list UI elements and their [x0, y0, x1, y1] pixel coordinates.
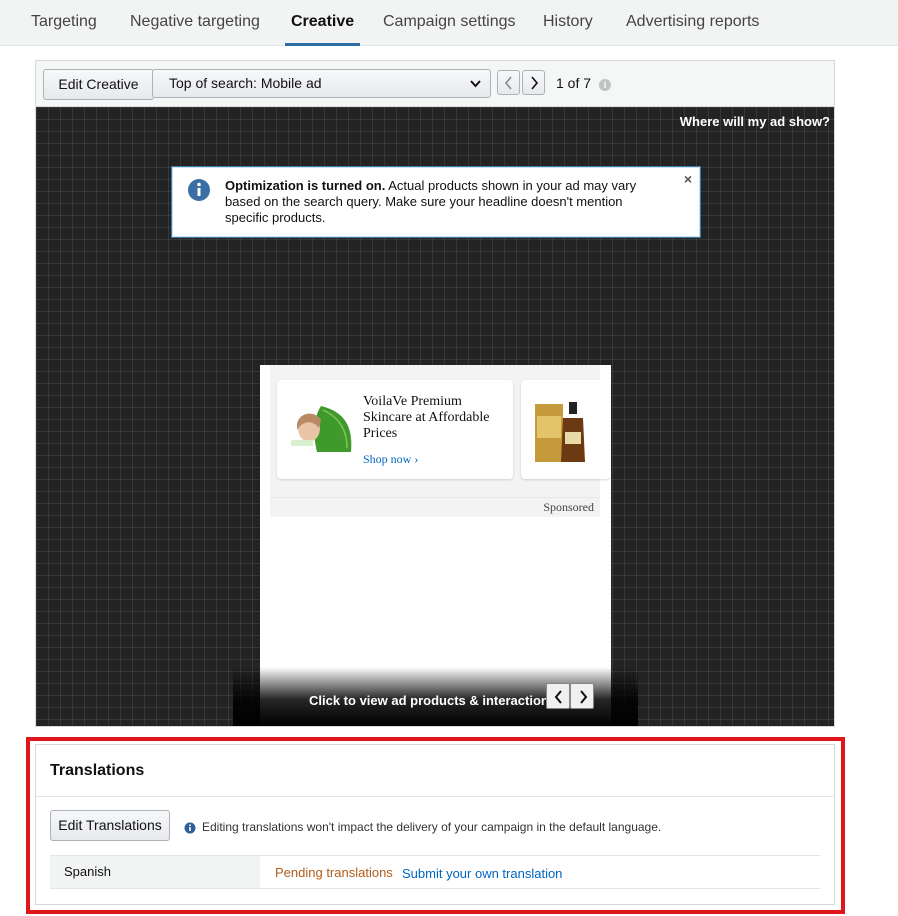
shop-now-label: Shop now [363, 452, 412, 466]
submit-translation-link[interactable]: Submit your own translation [402, 866, 562, 881]
alert-bold-text: Optimization is turned on. [225, 178, 386, 193]
tab-bar: Targeting Negative targeting Creative Ca… [0, 0, 898, 46]
product-card[interactable] [521, 380, 611, 479]
optimization-alert-message: Optimization is turned on. Actual produc… [225, 178, 665, 226]
translations-panel: Translations Edit Translations Editing t… [35, 744, 835, 905]
ad-headline-card[interactable]: VoilaVe Premium Skincare at Affordable P… [277, 380, 513, 479]
tab-advertising-reports[interactable]: Advertising reports [626, 0, 759, 46]
chevron-left-icon [554, 690, 562, 704]
language-name: Spanish [50, 856, 260, 888]
ad-preview-canvas: Where will my ad show? Optimization is t… [36, 107, 834, 726]
chevron-right-icon: › [414, 452, 419, 466]
info-circle-icon [184, 822, 196, 834]
next-view-button[interactable] [570, 683, 594, 709]
creative-toolbar: Edit Creative Top of search: Mobile ad 1… [36, 61, 834, 107]
pager-count: 1 of 7 [556, 75, 592, 91]
view-ad-products-bar[interactable]: Click to view ad products & interaction [233, 667, 638, 726]
tab-campaign-settings[interactable]: Campaign settings [383, 0, 516, 46]
translation-row: Spanish Pending translations Submit your… [50, 855, 820, 889]
tab-targeting[interactable]: Targeting [31, 0, 97, 46]
shop-now-link[interactable]: Shop now › [363, 452, 418, 467]
brand-logo-image [291, 406, 353, 452]
where-will-my-ad-show-link[interactable]: Where will my ad show? [680, 114, 830, 129]
edit-creative-button[interactable]: Edit Creative [43, 69, 154, 100]
placement-select-value: Top of search: Mobile ad [169, 75, 322, 91]
ad-headline: VoilaVe Premium Skincare at Affordable P… [363, 394, 490, 441]
tab-creative[interactable]: Creative [284, 0, 361, 46]
optimization-alert: Optimization is turned on. Actual produc… [171, 166, 701, 238]
next-placement-button[interactable] [522, 70, 545, 95]
tab-negative-targeting[interactable]: Negative targeting [130, 0, 260, 46]
chevron-right-icon [531, 76, 539, 90]
translations-note: Editing translations won't impact the de… [202, 820, 662, 834]
chevron-left-icon [504, 76, 512, 90]
edit-translations-button[interactable]: Edit Translations [50, 810, 170, 841]
close-icon[interactable]: × [684, 171, 692, 187]
divider [270, 497, 600, 498]
creative-preview-panel: Edit Creative Top of search: Mobile ad 1… [35, 60, 835, 727]
chevron-right-icon [580, 690, 588, 704]
chevron-down-icon [470, 70, 481, 108]
previous-view-button[interactable] [546, 683, 570, 709]
divider [36, 796, 834, 797]
product-image [535, 402, 585, 462]
tab-history[interactable]: History [543, 0, 593, 46]
sponsored-brands-strip: VoilaVe Premium Skincare at Affordable P… [270, 365, 611, 517]
previous-placement-button[interactable] [497, 70, 520, 95]
placement-select[interactable]: Top of search: Mobile ad [152, 69, 491, 98]
translations-title: Translations [50, 762, 145, 779]
info-circle-icon [188, 179, 210, 201]
info-icon[interactable]: i [599, 79, 611, 91]
sponsored-label: Sponsored [543, 500, 594, 514]
view-ad-products-label: Click to view ad products & interaction [309, 693, 549, 708]
translation-status: Pending translations [275, 865, 393, 880]
